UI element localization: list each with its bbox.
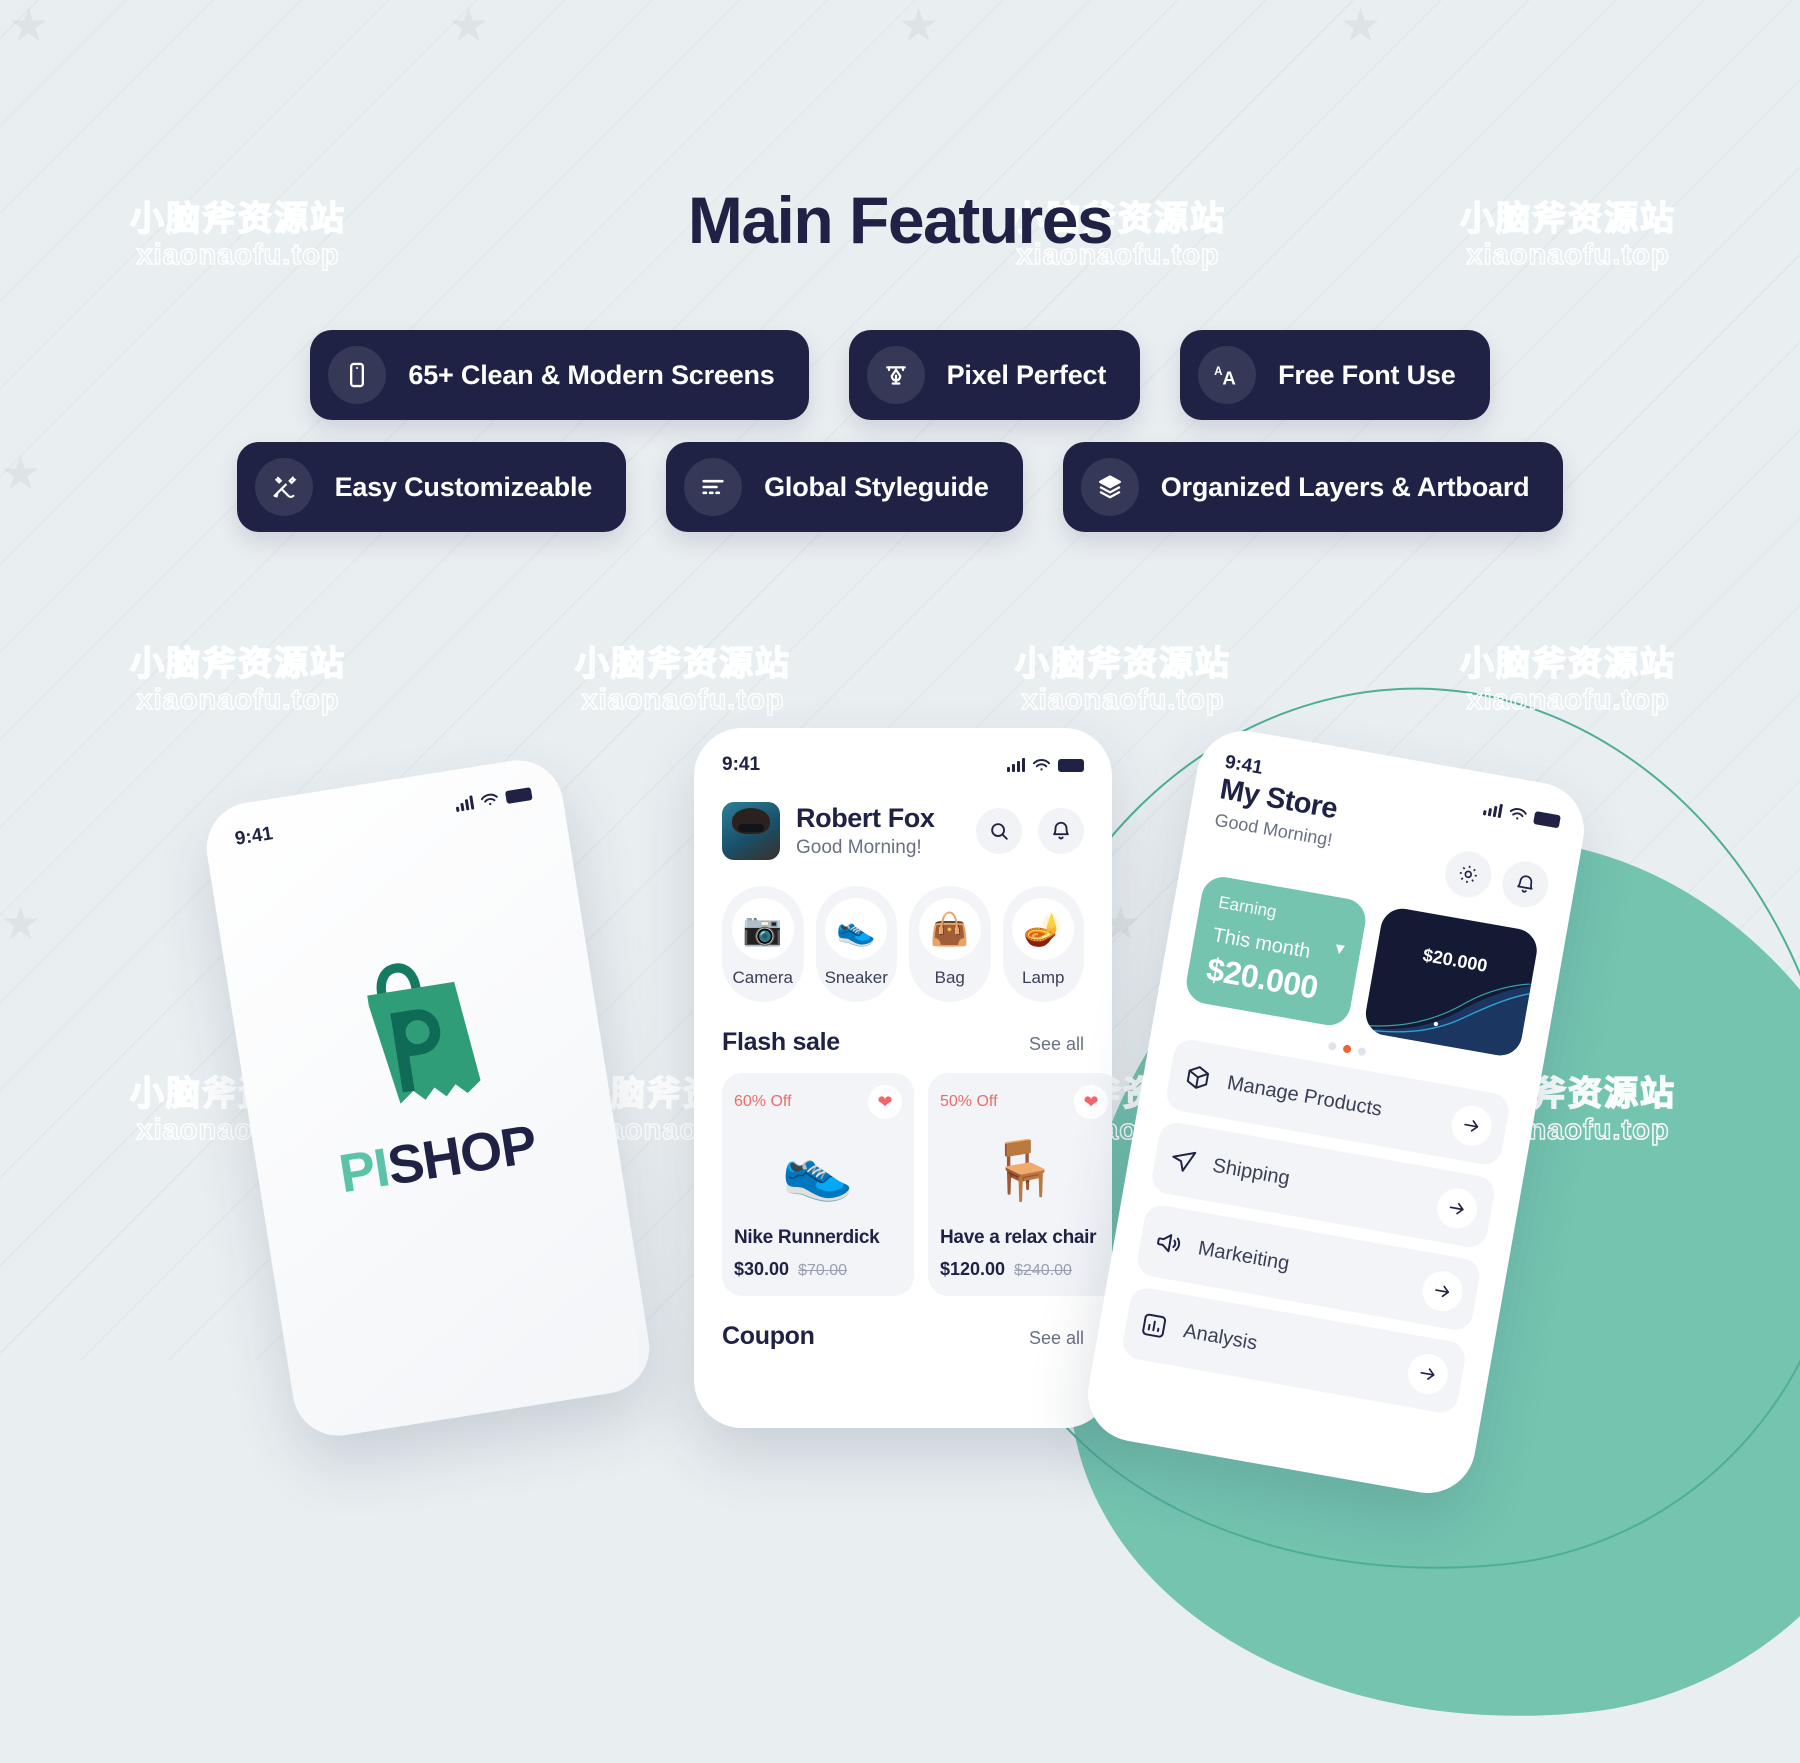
heart-icon[interactable]: ❤ — [868, 1085, 902, 1119]
chart-icon — [1138, 1309, 1170, 1341]
heart-icon[interactable]: ❤ — [1074, 1085, 1108, 1119]
chevron-down-icon[interactable]: ▾ — [1334, 938, 1346, 960]
product-card-top: 60% Off ❤ — [734, 1085, 902, 1119]
graph-card[interactable]: $20.000 — [1362, 905, 1541, 1059]
menu-item-label: Shipping — [1211, 1154, 1292, 1190]
arrow-right-icon[interactable] — [1448, 1102, 1495, 1149]
category-label: Sneaker — [824, 968, 888, 987]
product-prices: $30.00 $70.00 — [734, 1259, 902, 1280]
product-prices: $120.00 $240.00 — [940, 1259, 1108, 1280]
wifi-icon — [480, 793, 498, 806]
lamp-icon: 🪔 — [1012, 898, 1075, 960]
gear-icon[interactable] — [1441, 847, 1495, 902]
status-icons — [454, 786, 533, 813]
search-icon[interactable] — [976, 808, 1022, 854]
user-header: Robert Fox Good Morning! — [722, 802, 1084, 860]
menu-item-label: Markeiting — [1196, 1236, 1292, 1275]
section-title: Coupon — [722, 1322, 815, 1350]
sneaker-icon: 👟 — [825, 898, 888, 960]
category-label: Camera — [732, 968, 793, 987]
arrow-right-icon[interactable] — [1419, 1268, 1466, 1315]
wifi-icon — [1032, 759, 1051, 771]
status-time: 9:41 — [722, 754, 761, 775]
user-text: Robert Fox Good Morning! — [796, 803, 960, 859]
category-sneaker[interactable]: 👟 Sneaker — [815, 886, 897, 1002]
category-list: 📷 Camera 👟 Sneaker 👜 Bag 🪔 Lamp — [722, 886, 1084, 1002]
flash-sale-header: Flash sale See all — [722, 1028, 1084, 1057]
bell-icon[interactable] — [1038, 808, 1084, 854]
menu-item-label: Analysis — [1181, 1319, 1260, 1355]
product-name: Have a relax chair — [940, 1227, 1097, 1248]
discount-badge: 60% Off — [734, 1093, 792, 1110]
battery-icon — [504, 787, 533, 805]
signal-icon — [1007, 758, 1025, 772]
product-card[interactable]: 50% Off ❤ 🪑 Have a relax chair $120.00 $… — [928, 1073, 1112, 1296]
status-icons — [1007, 758, 1084, 772]
product-image: 🪑 — [987, 1138, 1061, 1203]
phone-center-home: 9:41 Robert Fox Good Morning! 📷 Camera 👟… — [694, 728, 1112, 1428]
store-menu-list: Manage Products Shipping Markeiting Anal… — [1120, 1037, 1512, 1416]
carousel-dot-active[interactable] — [1342, 1044, 1352, 1054]
category-camera[interactable]: 📷 Camera — [722, 886, 804, 1002]
bell-icon[interactable] — [1498, 857, 1553, 912]
carousel-dot[interactable] — [1357, 1046, 1367, 1057]
discount-badge: 50% Off — [940, 1093, 998, 1110]
product-card-list: 60% Off ❤ 👟 Nike Runnerdick $30.00 $70.0… — [722, 1073, 1112, 1296]
category-label: Lamp — [1021, 968, 1065, 987]
battery-icon — [1533, 811, 1561, 829]
product-old-price: $240.00 — [1014, 1262, 1072, 1279]
see-all-link[interactable]: See all — [1029, 1328, 1084, 1349]
phone-left-splash: 9:41 PISHOP — [200, 753, 656, 1443]
camera-icon: 📷 — [731, 898, 794, 960]
section-title: Flash sale — [722, 1028, 840, 1056]
signal-icon — [1482, 801, 1503, 819]
coupon-header: Coupon See all — [722, 1322, 1084, 1351]
product-price: $120.00 — [940, 1259, 1006, 1279]
user-greeting: Good Morning! — [796, 837, 922, 858]
status-bar: 9:41 — [722, 754, 1084, 776]
product-image: 👟 — [781, 1138, 855, 1203]
brand-block: PISHOP — [227, 924, 620, 1218]
category-bag[interactable]: 👜 Bag — [909, 886, 991, 1002]
arrow-right-icon[interactable] — [1404, 1350, 1452, 1398]
product-price: $30.00 — [734, 1259, 790, 1279]
product-card[interactable]: 60% Off ❤ 👟 Nike Runnerdick $30.00 $70.0… — [722, 1073, 914, 1296]
user-name: Robert Fox — [796, 803, 935, 833]
product-card-top: 50% Off ❤ — [940, 1085, 1108, 1119]
phone-mockups: 9:41 PISHOP 9:41 Robert Fox Good Morning… — [0, 0, 1800, 1501]
avatar — [722, 802, 780, 860]
battery-icon — [1058, 759, 1084, 772]
see-all-link[interactable]: See all — [1029, 1034, 1084, 1055]
product-old-price: $70.00 — [798, 1262, 847, 1279]
product-name: Nike Runnerdick — [734, 1227, 880, 1248]
carousel-dot[interactable] — [1327, 1041, 1337, 1052]
wifi-icon — [1509, 808, 1527, 820]
category-lamp[interactable]: 🪔 Lamp — [1002, 886, 1084, 1002]
arrow-right-icon[interactable] — [1433, 1185, 1481, 1232]
signal-icon — [454, 795, 475, 813]
menu-item-label: Manage Products — [1225, 1071, 1384, 1121]
bag-icon: 👜 — [918, 898, 981, 960]
status-time: 9:41 — [233, 823, 275, 850]
box-icon — [1182, 1061, 1214, 1093]
status-bar: 9:41 — [200, 754, 563, 856]
earning-card[interactable]: Earning This month $20.000 ▾ — [1183, 873, 1369, 1029]
category-label: Bag — [934, 968, 965, 987]
paper-plane-icon — [1167, 1144, 1199, 1176]
store-actions — [1441, 847, 1553, 912]
megaphone-icon — [1153, 1227, 1185, 1259]
